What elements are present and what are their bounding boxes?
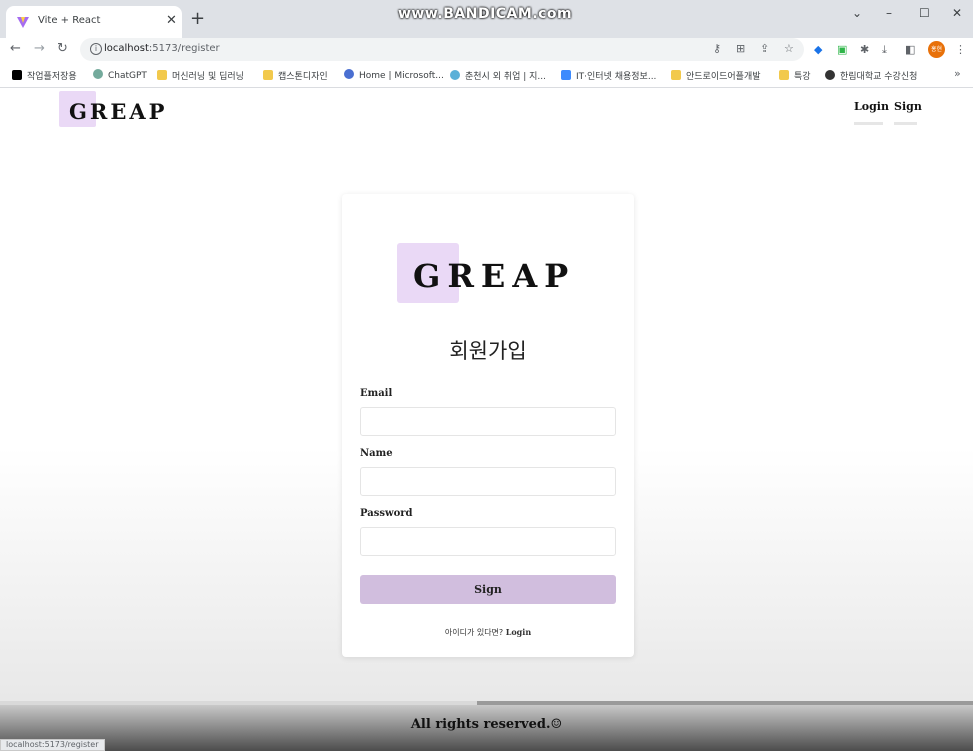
register-card: GREAP 회원가입 Email Name Password Sign 아이디가… [342, 194, 634, 657]
globe-icon [825, 70, 835, 80]
extensions-puzzle-icon[interactable]: ✱ [860, 43, 869, 56]
tab-title: Vite + React [38, 15, 101, 26]
page-content: GREAP Login Sign GREAP 회원가입 Email Name P… [0, 88, 973, 701]
bookmark-folder[interactable]: 머신러닝 및 딥러닝 [157, 69, 244, 82]
bookmark-folder[interactable]: 안드로이드어플개발 [671, 69, 761, 82]
new-tab-button[interactable]: + [190, 10, 205, 28]
name-field[interactable] [360, 467, 616, 496]
translate-icon[interactable]: ⊞ [736, 42, 745, 55]
site-info-icon[interactable]: i [90, 43, 102, 55]
bookmarks-bar: 작업플저장용 ChatGPT 머신러닝 및 딥러닝 캡스톤디자인 Home | … [0, 62, 973, 88]
vite-icon [17, 17, 29, 28]
bandicam-watermark: www.BANDICAM.com [398, 6, 573, 22]
header-logo[interactable]: GREAP [59, 91, 169, 129]
minimize-button[interactable]: – [886, 6, 892, 20]
more-menu-icon[interactable]: ⋮ [955, 43, 966, 56]
nav-login-link[interactable]: Login [854, 100, 889, 113]
bookmark-item[interactable]: 춘천시 외 취업 | 지... [450, 69, 546, 82]
screen-extension-icon[interactable]: ▣ [837, 43, 847, 56]
notion-icon [12, 70, 22, 80]
login-link[interactable]: Login [506, 627, 531, 637]
dots-icon [450, 70, 460, 80]
forward-icon[interactable]: → [34, 41, 45, 56]
folder-icon [779, 70, 789, 80]
bookmark-star-icon[interactable]: ☆ [784, 42, 794, 55]
status-bar-url: localhost:5173/register [0, 739, 105, 751]
nav-sign-link[interactable]: Sign [894, 100, 922, 113]
key-icon[interactable]: ⚷ [713, 42, 721, 55]
page-title: 회원가입 [449, 339, 527, 363]
sign-button[interactable]: Sign [360, 575, 616, 604]
bookmark-item[interactable]: ChatGPT [93, 69, 147, 81]
bookmark-item[interactable]: Home | Microsoft... [344, 69, 444, 81]
header-logo-text: GREAP [69, 99, 168, 124]
folder-icon [263, 70, 273, 80]
address-bar[interactable]: i localhost:5173/register ⚷ ⊞ ⇪ ☆ [80, 38, 804, 61]
bookmark-item[interactable]: IT·인터넷 채용정보... [561, 69, 656, 82]
email-field[interactable] [360, 407, 616, 436]
card-logo-text: GREAP [413, 257, 576, 295]
bookmark-folder[interactable]: 특강 [779, 69, 811, 82]
bookmark-folder[interactable]: 캡스톤디자인 [263, 69, 328, 82]
profile-avatar[interactable]: 홍현 [928, 41, 945, 58]
maximize-button[interactable]: ☐ [919, 6, 930, 20]
card-logo: GREAP [397, 243, 577, 305]
job-icon [561, 70, 571, 80]
nav-sign-underline [894, 122, 917, 125]
share-icon[interactable]: ⇪ [760, 42, 769, 55]
chatgpt-icon [93, 69, 103, 79]
folder-icon [157, 70, 167, 80]
nav-login-underline [854, 122, 883, 125]
browser-tab-strip: Vite + React ✕ + www.BANDICAM.com ⌄ – ☐ … [0, 0, 973, 38]
browser-toolbar: ← → ↻ i localhost:5173/register ⚷ ⊞ ⇪ ☆ … [0, 38, 973, 62]
password-field[interactable] [360, 527, 616, 556]
bookmark-item[interactable]: 한림대학교 수강신청 [825, 69, 917, 82]
shield-extension-icon[interactable]: ◆ [814, 43, 822, 56]
footer-text: All rights reserved.☺ [410, 717, 563, 732]
login-prompt: 아이디가 있다면? Login [342, 627, 634, 638]
side-panel-icon[interactable]: ◧ [905, 43, 915, 56]
login-prompt-text: 아이디가 있다면? [444, 628, 504, 637]
url-text: localhost:5173/register [104, 43, 220, 54]
close-window-button[interactable]: ✕ [952, 6, 962, 20]
microsoft-icon [344, 69, 354, 79]
back-icon[interactable]: ← [10, 41, 21, 56]
download-icon[interactable]: ⤓ [882, 43, 887, 57]
bookmark-item[interactable]: 작업플저장용 [12, 69, 77, 82]
email-label: Email [360, 388, 393, 399]
browser-tab[interactable]: Vite + React ✕ [6, 6, 182, 38]
tab-search-chevron-icon[interactable]: ⌄ [852, 6, 862, 20]
name-label: Name [360, 448, 393, 459]
close-tab-icon[interactable]: ✕ [166, 13, 177, 28]
bookmarks-overflow-icon[interactable]: » [954, 67, 961, 80]
reload-icon[interactable]: ↻ [57, 41, 68, 56]
password-label: Password [360, 508, 413, 519]
folder-icon [671, 70, 681, 80]
page-footer: All rights reserved.☺ [0, 705, 973, 751]
